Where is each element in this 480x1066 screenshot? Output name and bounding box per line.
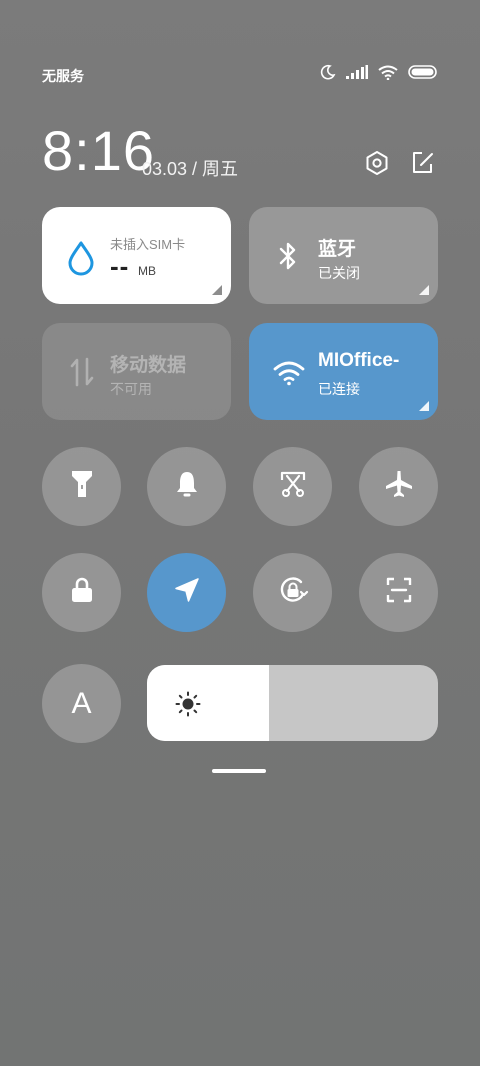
rotation-lock-toggle[interactable] (253, 553, 332, 632)
drag-handle[interactable] (212, 769, 266, 773)
lock-icon (69, 576, 95, 609)
wifi-title: MIOffice- (318, 350, 400, 371)
mobile-data-status: 不可用 (110, 381, 152, 397)
brightness-slider[interactable] (147, 665, 438, 741)
bluetooth-title: 蓝牙 (318, 239, 357, 260)
header-actions (364, 150, 436, 181)
airplane-mode-toggle[interactable] (359, 447, 438, 526)
lock-screen-toggle[interactable] (42, 553, 121, 632)
signal-icon (346, 65, 368, 84)
clock: 8:16 (42, 119, 155, 182)
bluetooth-icon (277, 240, 299, 277)
data-usage-unit: MB (138, 264, 156, 278)
bluetooth-tile[interactable]: 蓝牙 已关闭 (249, 207, 438, 304)
expand-corner-icon (212, 285, 222, 295)
silent-toggle[interactable] (147, 447, 226, 526)
airplane-icon (384, 469, 414, 504)
scan-icon (385, 576, 413, 609)
moon-icon (320, 64, 336, 85)
battery-icon (408, 65, 438, 84)
expand-corner-icon (419, 401, 429, 411)
wifi-tile[interactable]: MIOffice- 已连接 (249, 323, 438, 420)
bluetooth-status: 已关闭 (318, 265, 360, 281)
wifi-icon (378, 65, 398, 85)
font-label: A (71, 686, 92, 720)
edit-icon[interactable] (410, 150, 436, 181)
wifi-status: 已连接 (318, 381, 360, 397)
rotation-lock-icon (277, 574, 309, 611)
mobile-data-title: 移动数据 (110, 355, 187, 376)
data-usage-value: -- (110, 251, 130, 281)
location-toggle[interactable] (147, 553, 226, 632)
data-usage-tile[interactable]: 未插入SIM卡 -- MB (42, 207, 231, 304)
font-size-button[interactable]: A (42, 664, 121, 743)
mobile-data-arrows-icon (69, 355, 95, 394)
flashlight-toggle[interactable] (42, 447, 121, 526)
settings-icon[interactable] (364, 150, 390, 181)
scissors-icon (279, 470, 307, 503)
flashlight-icon (69, 469, 95, 504)
expand-corner-icon (419, 285, 429, 295)
sun-icon (175, 691, 201, 722)
mobile-data-tile[interactable]: 移动数据 不可用 (42, 323, 231, 420)
scanner-toggle[interactable] (359, 553, 438, 632)
water-drop-icon (66, 240, 96, 281)
screenshot-toggle[interactable] (253, 447, 332, 526)
carrier-status: 无服务 (42, 68, 84, 84)
status-icons (320, 64, 438, 85)
location-arrow-icon (173, 576, 201, 609)
bell-icon (174, 470, 200, 503)
date-label: 03.03 / 周五 (142, 159, 239, 179)
brightness-fill (147, 665, 270, 741)
wifi-icon (273, 360, 305, 391)
